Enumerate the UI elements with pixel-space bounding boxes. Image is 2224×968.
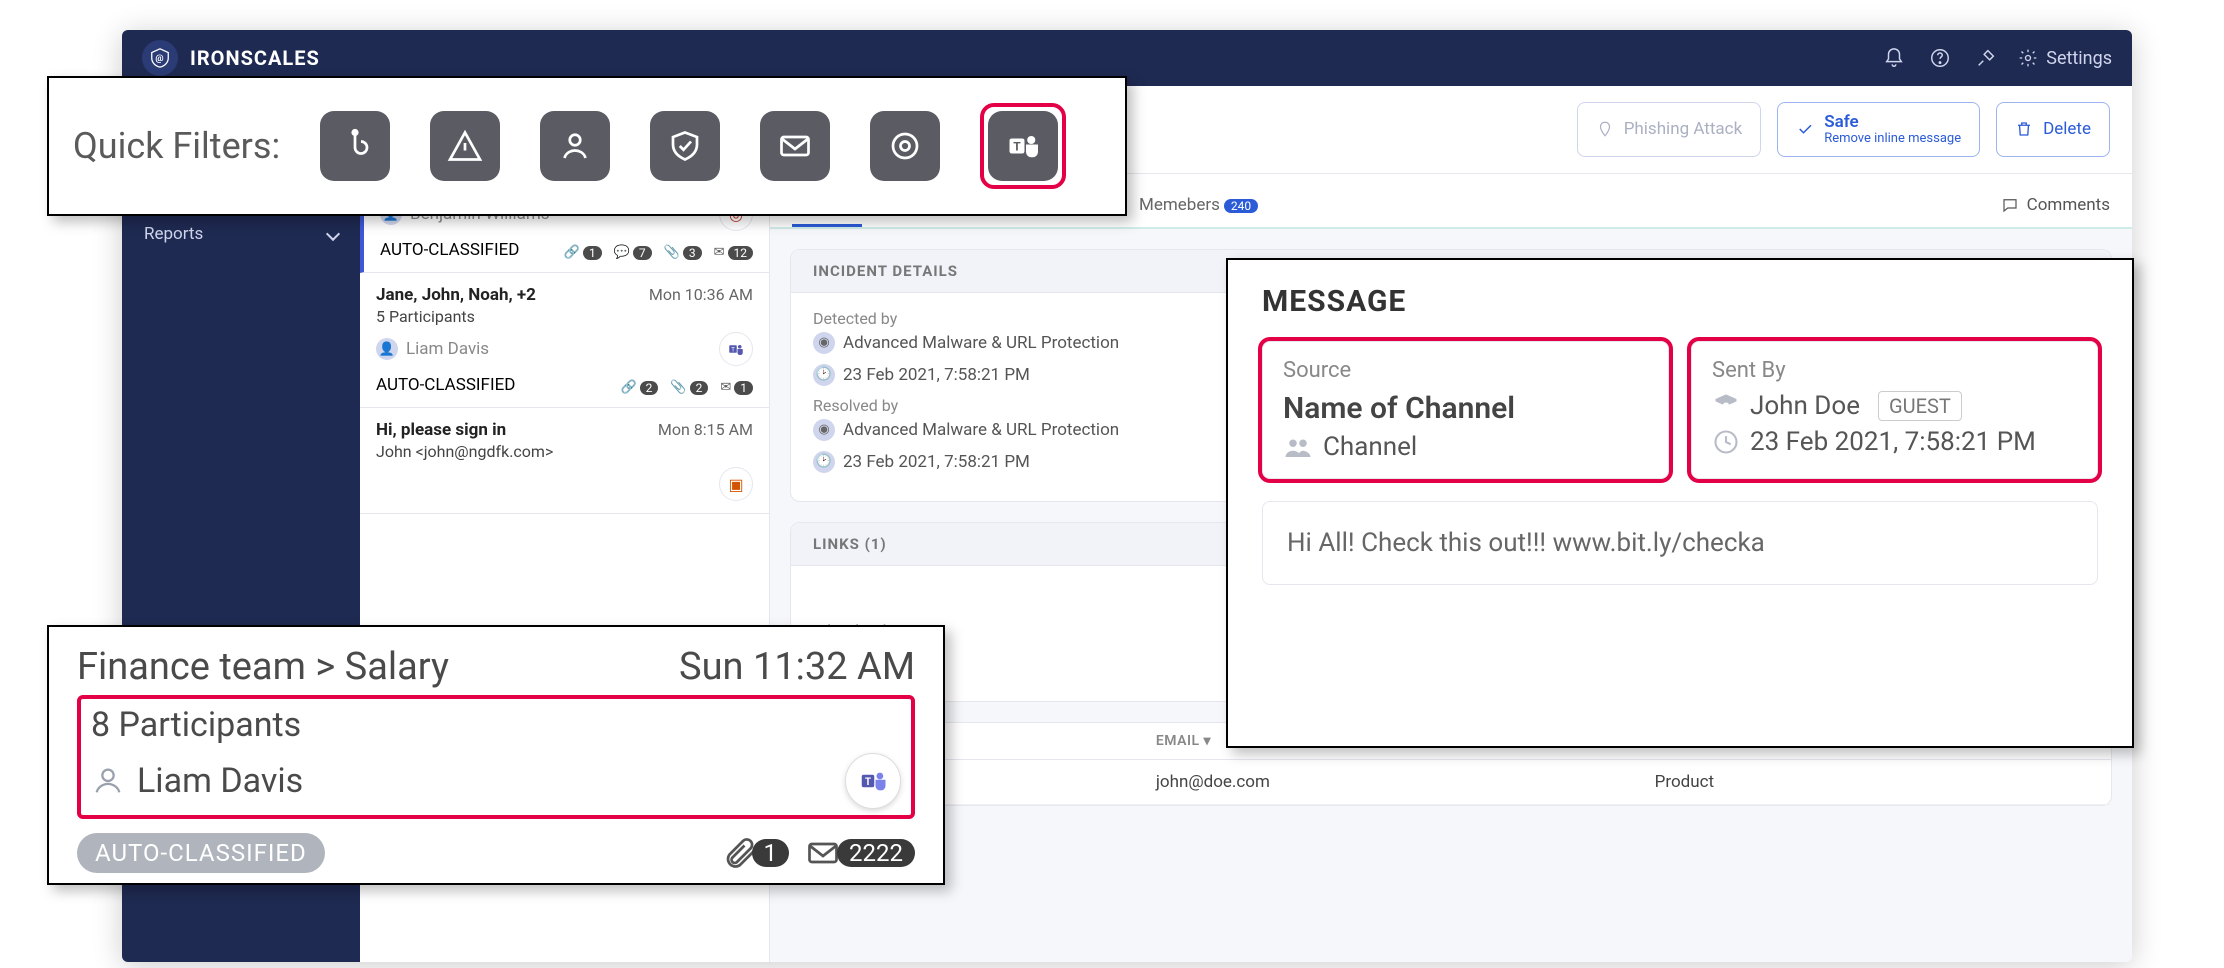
sentby-label: Sent By [1712, 358, 2077, 383]
detected-by-label: Detected by [813, 309, 1119, 328]
cell-dept: Product [1641, 759, 2111, 804]
incident-title: Finance team > Salary [77, 645, 449, 689]
shield-icon: ◉ [813, 332, 835, 354]
detected-time: 🕑23 Feb 2021, 7:58:21 PM [813, 364, 1119, 386]
stat-clip-icon: 📎2 [670, 380, 708, 395]
filter-target-icon[interactable] [870, 111, 940, 181]
sentby-time: 23 Feb 2021, 7:58:21 PM [1712, 427, 2077, 457]
filter-hook-icon[interactable] [320, 111, 390, 181]
svg-text:@: @ [155, 54, 164, 64]
table-row[interactable]: John Doe john@doe.com Product [791, 759, 2111, 804]
brand-name: IRONSCALES [190, 46, 320, 70]
incident-time: Mon 8:15 AM [658, 420, 753, 440]
overlay-incident-item: Finance team > Salary Sun 11:32 AM 8 Par… [47, 625, 945, 885]
sidebar-item-label: Reports [144, 224, 203, 244]
sentby-card: Sent By John Doe GUEST 23 Feb 2021, 7:58… [1691, 341, 2098, 479]
office-badge-icon: ▣ [719, 467, 753, 501]
safe-sub: Remove inline message [1824, 132, 1961, 146]
stat-clip-icon: 📎3 [664, 245, 702, 260]
mail-icon: 2222 [803, 835, 915, 871]
filter-user-icon[interactable] [540, 111, 610, 181]
quick-filters-label: Quick Filters: [73, 125, 280, 167]
bell-icon[interactable] [1880, 44, 1908, 72]
clock-icon: 🕑 [813, 364, 835, 386]
comments-link[interactable]: Comments [2001, 195, 2110, 215]
filter-teams-icon[interactable]: T [988, 111, 1058, 181]
tab-members[interactable]: Memebers240 [1139, 185, 1258, 225]
teams-badge-icon: T [845, 753, 901, 809]
stat-link-icon: 🔗1 [564, 245, 602, 260]
stat-mail-icon: ✉12 [714, 245, 753, 260]
message-body: Hi All! Check this out!!! www.bit.ly/che… [1262, 501, 2098, 585]
clip-icon: 1 [722, 835, 790, 871]
resolved-by-value: ◉Advanced Malware & URL Protection [813, 419, 1119, 441]
svg-text:T: T [865, 777, 871, 788]
brand-logo-icon: @ [142, 40, 178, 76]
help-icon[interactable] [1926, 44, 1954, 72]
incident-subject: Jane, John, Noah, +2 [376, 285, 536, 305]
filter-mail-icon[interactable] [760, 111, 830, 181]
svg-text:T: T [731, 346, 735, 353]
sentby-name: John Doe GUEST [1712, 391, 2077, 421]
highlight-box: 8 Participants Liam Davis T [77, 695, 915, 819]
autoclassified-chip: AUTO-CLASSIFIED [376, 375, 515, 395]
filter-warning-icon[interactable] [430, 111, 500, 181]
highlight-box: T [980, 103, 1066, 189]
stat-link-icon: 🔗2 [620, 380, 658, 395]
delete-label: Delete [2043, 119, 2091, 139]
incident-row[interactable]: Hi, please sign in Mon 8:15 AM John <john… [360, 408, 769, 514]
phishing-label: Phishing Attack [1624, 119, 1742, 139]
participants-count: 8 Participants [91, 705, 901, 745]
filter-shield-icon[interactable] [650, 111, 720, 181]
assignee-name: Liam Davis [137, 761, 303, 801]
source-label: Source [1283, 358, 1648, 383]
delete-button[interactable]: Delete [1996, 102, 2110, 157]
autoclassified-chip: AUTO-CLASSIFIED [380, 240, 519, 260]
overlay-message: MESSAGE Source Name of Channel Channel S… [1226, 258, 2134, 748]
detected-by-value: ◉Advanced Malware & URL Protection [813, 332, 1119, 354]
incident-from: John <john@ngdfk.com> [376, 442, 753, 461]
autoclassified-chip: AUTO-CLASSIFIED [77, 833, 325, 873]
settings-link[interactable]: Settings [2018, 48, 2112, 69]
incident-row[interactable]: Jane, John, Noah, +2 Mon 10:36 AM 5 Parti… [360, 273, 769, 408]
tools-icon[interactable] [1972, 44, 2000, 72]
resolved-time: 🕑23 Feb 2021, 7:58:21 PM [813, 451, 1119, 473]
safe-button[interactable]: Safe Remove inline message [1777, 102, 1980, 157]
message-heading: MESSAGE [1262, 284, 2098, 319]
svg-text:T: T [1013, 140, 1021, 154]
brand: @ IRONSCALES [142, 40, 320, 76]
chevron-down-icon [322, 224, 338, 244]
incident-subject: Hi, please sign in [376, 420, 506, 440]
incident-assignee: Liam Davis [406, 339, 489, 359]
clock-icon: 🕑 [813, 451, 835, 473]
overlay-quick-filters: Quick Filters: T [47, 76, 1127, 216]
incident-time: Mon 10:36 AM [649, 285, 753, 305]
teams-badge-icon: T [719, 332, 753, 366]
stat-chat-icon: 💬7 [614, 245, 652, 260]
user-icon [91, 764, 125, 798]
incident-from: 5 Participants [376, 307, 753, 326]
source-type: Channel [1283, 432, 1648, 462]
source-card: Source Name of Channel Channel [1262, 341, 1669, 479]
incident-time: Sun 11:32 AM [679, 645, 915, 689]
cell-email: john@doe.com [1142, 759, 1641, 804]
user-icon: 👤 [376, 338, 398, 360]
resolved-by-label: Resolved by [813, 396, 1119, 415]
stat-mail-icon: ✉1 [720, 380, 753, 395]
phishing-attack-button[interactable]: Phishing Attack [1577, 102, 1761, 157]
guest-badge: GUEST [1878, 391, 1962, 421]
source-name: Name of Channel [1283, 391, 1648, 426]
safe-label: Safe [1824, 113, 1961, 132]
settings-label: Settings [2046, 48, 2112, 69]
shield-icon: ◉ [813, 419, 835, 441]
